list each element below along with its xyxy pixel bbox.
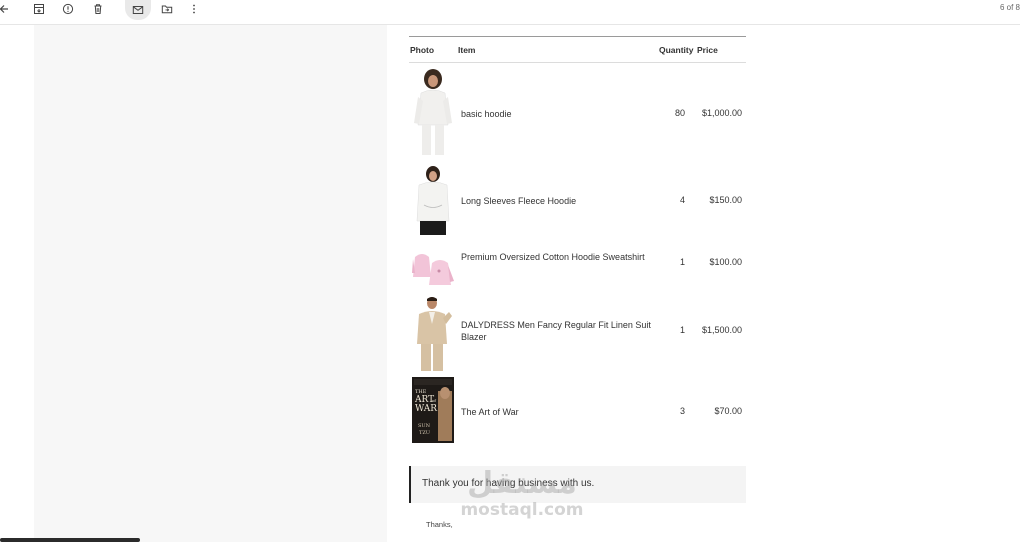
- man-linen-suit-image[interactable]: [412, 294, 454, 377]
- email-toolbar: 6 of 8: [0, 0, 1020, 25]
- item-quantity: 1: [679, 257, 685, 267]
- more-icon[interactable]: [182, 0, 206, 18]
- signoff-line-1: Thanks,: [426, 520, 453, 529]
- item-name: Long Sleeves Fleece Hoodie: [461, 196, 577, 206]
- archive-icon[interactable]: [27, 0, 51, 18]
- table-row: DALYDRESS Men Fancy Regular Fit Linen Su…: [409, 291, 746, 377]
- art-of-war-book-cover[interactable]: THE ART of WAR SUN TZU: [412, 377, 454, 448]
- column-header-price: Price: [697, 45, 718, 55]
- order-table: Photo Item Quantity Price basic hoodie 8…: [409, 36, 746, 453]
- email-body: Photo Item Quantity Price basic hoodie 8…: [387, 25, 767, 542]
- item-price: $1,000.00: [701, 108, 742, 118]
- item-quantity: 80: [674, 108, 685, 118]
- thank-you-quote: Thank you for having business with us.: [409, 466, 746, 503]
- table-row: THE ART of WAR SUN TZU The Art of War 3 …: [409, 377, 746, 453]
- signoff: Thanks,: [426, 519, 453, 531]
- table-row: Premium Oversized Cotton Hoodie Sweatshi…: [409, 243, 746, 291]
- item-price: $1,500.00: [701, 325, 742, 335]
- book-author-line-2: TZU: [419, 430, 430, 436]
- woman-white-hoodie-image[interactable]: [412, 67, 454, 162]
- book-author-line-1: SUN: [418, 423, 431, 429]
- item-quantity: 4: [679, 195, 685, 205]
- woman-fleece-hoodie-image[interactable]: [412, 165, 454, 242]
- thank-you-text: Thank you for having business with us.: [422, 478, 595, 489]
- book-title-line-4: WAR: [415, 404, 437, 414]
- item-name: DALYDRESS Men Fancy Regular Fit Linen Su…: [461, 320, 651, 342]
- item-name: The Art of War: [461, 407, 519, 417]
- table-row: Long Sleeves Fleece Hoodie 4 $150.00: [409, 159, 746, 243]
- item-quantity: 3: [679, 406, 685, 416]
- horizontal-scrollbar[interactable]: [0, 538, 140, 542]
- move-to-icon[interactable]: [155, 0, 179, 18]
- table-header: Photo Item Quantity Price: [409, 37, 746, 63]
- item-price: $70.00: [714, 406, 742, 416]
- delete-icon[interactable]: [86, 0, 110, 18]
- item-name: Premium Oversized Cotton Hoodie Sweatshi…: [461, 252, 645, 262]
- item-name: basic hoodie: [461, 109, 512, 119]
- table-row: basic hoodie 80 $1,000.00: [409, 63, 746, 159]
- pink-hoodies-image[interactable]: [412, 247, 454, 292]
- item-quantity: 1: [679, 325, 685, 335]
- watermark-latin: mostaql.com: [460, 500, 584, 520]
- report-spam-icon[interactable]: [56, 0, 80, 18]
- mark-unread-icon[interactable]: [125, 0, 151, 20]
- column-header-quantity: Quantity: [659, 45, 694, 55]
- back-icon[interactable]: [0, 0, 16, 18]
- book-title-line-3: of: [432, 398, 436, 403]
- item-price: $100.00: [709, 257, 742, 267]
- pagination-counter: 6 of 8: [999, 3, 1020, 12]
- column-header-item: Item: [458, 45, 476, 55]
- column-header-photo: Photo: [410, 45, 435, 55]
- item-price: $150.00: [709, 195, 742, 205]
